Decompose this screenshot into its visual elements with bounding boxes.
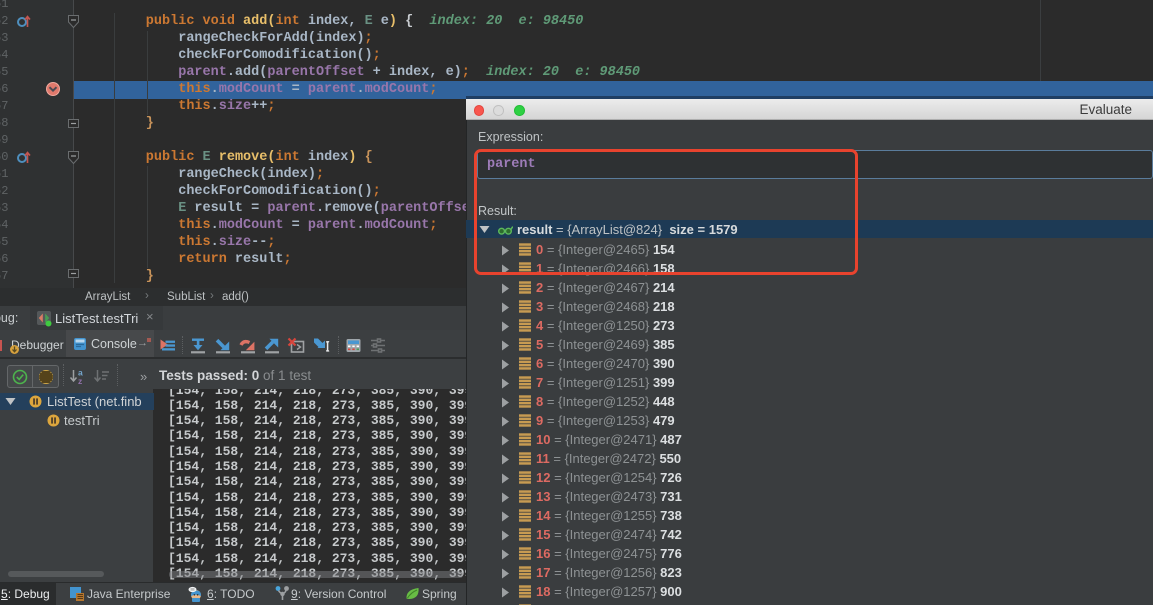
svg-text:z: z [78, 376, 82, 385]
